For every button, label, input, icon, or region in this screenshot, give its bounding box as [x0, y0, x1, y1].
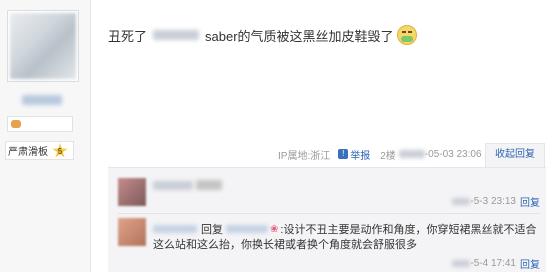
level-number: 5 [57, 146, 63, 156]
author-avatar[interactable] [7, 10, 79, 82]
reply-author-redacted[interactable] [153, 225, 197, 233]
reply-target-redacted[interactable] [226, 225, 268, 233]
author-level[interactable]: 严肃滑板 5 [5, 141, 74, 160]
post-meta: IP属地:浙江 ! 举报 2楼 -05-03 23:06 [278, 145, 482, 163]
reply-avatar[interactable] [118, 218, 146, 246]
author-badge [7, 116, 73, 132]
reply-button[interactable]: 回复 [520, 194, 540, 209]
reply-text-redacted [196, 180, 222, 190]
report-label: 举报 [350, 150, 371, 162]
reply-word: 回复 [201, 224, 223, 236]
post-content: 丑死了 saber的气质被这黑丝加皮鞋毁了 [108, 24, 418, 46]
reply-time: -5-4 17:41 [470, 258, 516, 269]
post-text-after: saber的气质被这黑丝加皮鞋毁了 [205, 28, 394, 44]
badge-icon [11, 120, 21, 128]
author-sidebar: 严肃滑板 5 [0, 0, 91, 272]
reply-year-redacted [452, 198, 471, 205]
reply-author-redacted[interactable] [153, 181, 193, 190]
report-button[interactable]: ! 举报 [338, 147, 370, 162]
reply-time: -5-3 23:13 [470, 196, 516, 207]
post-datetime: -05-03 23:06 [424, 148, 482, 160]
reply-meta: -5-3 23:13 回复 [452, 194, 540, 209]
collapse-replies-button[interactable]: 收起回复 [485, 143, 545, 167]
reply-text-line2: 这么站和这么抬，你换长裙或者换个角度就会舒服很多 [153, 239, 417, 251]
reply-avatar[interactable] [118, 178, 146, 206]
year-redacted [398, 150, 425, 158]
flower-icon: ❀ [270, 223, 279, 235]
reply-button[interactable]: 回复 [520, 256, 540, 271]
nausea-emoji-icon [396, 24, 418, 46]
reply-divider [118, 213, 540, 214]
level-name: 严肃滑板 [8, 147, 48, 158]
level-star-icon: 5 [52, 143, 68, 158]
mention-redacted[interactable] [153, 30, 200, 40]
reply-text-line1: :设计不丑主要是动作和角度，你穿短裙黑丝就不适合 [280, 224, 537, 236]
reply-text: 回复 ❀ :设计不丑主要是动作和角度，你穿短裙黑丝就不适合 [153, 221, 536, 237]
ip-location: IP属地:浙江 [278, 150, 331, 162]
reply-meta: -5-4 17:41 回复 [452, 256, 540, 271]
reply-year-redacted [452, 260, 471, 267]
avatar-image [10, 13, 76, 79]
sub-reply-panel: -5-3 23:13 回复 回复 ❀ :设计不丑主要是动作和角度，你穿短裙黑丝就… [108, 167, 546, 272]
report-icon: ! [338, 149, 349, 159]
author-name-redacted[interactable] [22, 95, 62, 105]
floor-number: 2楼 [380, 150, 396, 162]
post-text-before: 丑死了 [108, 28, 148, 44]
